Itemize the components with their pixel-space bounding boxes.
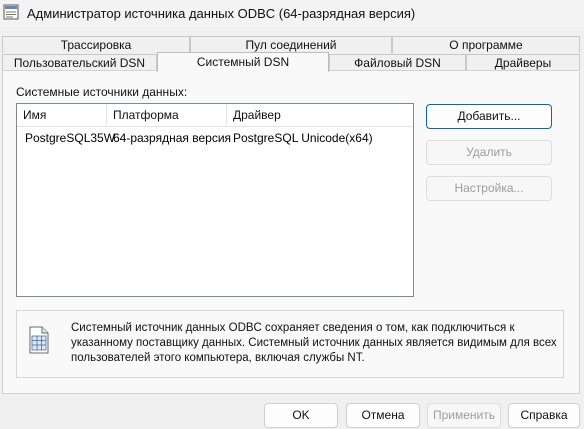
ok-button[interactable]: OK	[264, 403, 338, 428]
column-header-driver[interactable]: Драйвер	[227, 104, 413, 126]
window-title: Администратор источника данных ODBC (64-…	[27, 6, 416, 21]
tab-about[interactable]: О программе	[392, 36, 580, 53]
cancel-button[interactable]: Отмена	[346, 403, 420, 428]
system-data-sources-label: Системные источники данных:	[16, 85, 188, 99]
add-button[interactable]: Добавить...	[426, 104, 552, 129]
help-button[interactable]: Справка	[508, 403, 580, 428]
list-header: Имя Платформа Драйвер	[17, 104, 413, 127]
tab-drivers[interactable]: Драйверы	[466, 54, 580, 71]
tab-file-dsn[interactable]: Файловый DSN	[329, 54, 466, 71]
cell-driver: PostgreSQL Unicode(x64)	[233, 131, 373, 145]
data-sources-list[interactable]: Имя Платформа Драйвер PostgreSQL35W 64-р…	[16, 103, 414, 297]
info-text: Системный источник данных ODBC сохраняет…	[71, 322, 557, 364]
tab-connection-pooling[interactable]: Пул соединений	[190, 36, 392, 53]
tab-row-front: Пользовательский DSN Системный DSN Файло…	[2, 52, 580, 72]
table-row[interactable]: PostgreSQL35W 64-разрядная версия Postgr…	[17, 128, 413, 148]
tab-tracing[interactable]: Трассировка	[2, 36, 190, 53]
tab-user-dsn[interactable]: Пользовательский DSN	[2, 54, 157, 71]
tab-system-dsn[interactable]: Системный DSN	[157, 52, 329, 72]
data-source-icon	[29, 326, 49, 354]
remove-button[interactable]: Удалить	[426, 140, 552, 165]
apply-button[interactable]: Применить	[427, 403, 501, 428]
tab-row-back: Трассировка Пул соединений О программе	[2, 36, 580, 53]
cell-platform: 64-разрядная версия	[113, 131, 232, 145]
configure-button[interactable]: Настройка...	[426, 176, 552, 201]
info-box: Системный источник данных ODBC сохраняет…	[16, 310, 564, 378]
odbc-app-icon	[3, 4, 19, 20]
cell-name: PostgreSQL35W	[25, 131, 116, 145]
title-bar: Администратор источника данных ODBC (64-…	[0, 0, 584, 27]
column-header-name[interactable]: Имя	[17, 104, 107, 126]
column-header-platform[interactable]: Платформа	[107, 104, 227, 126]
